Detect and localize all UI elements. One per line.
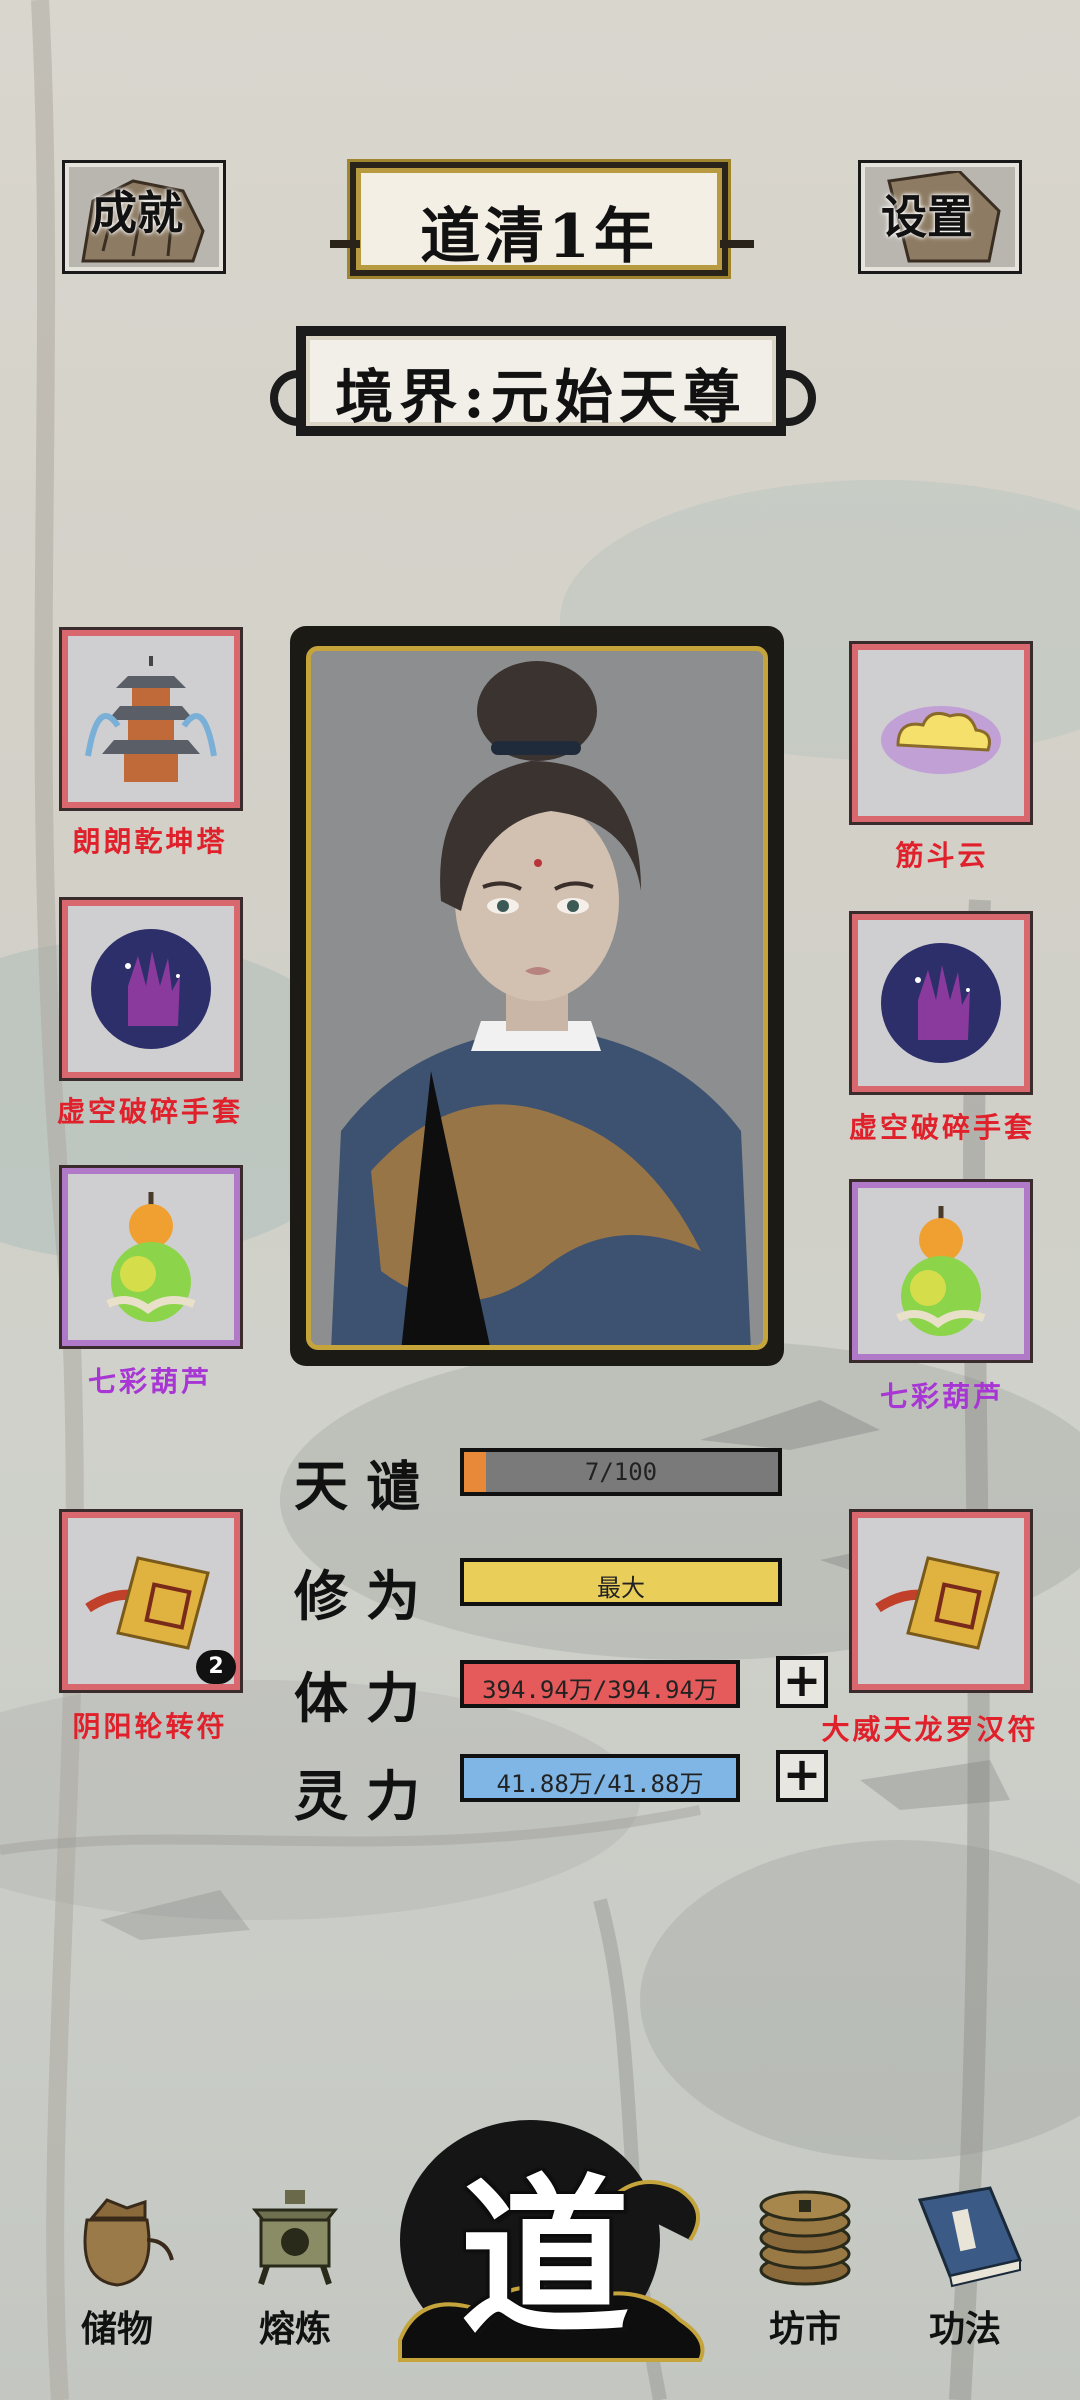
equip-slot-right-3[interactable] (849, 1179, 1033, 1363)
character-portrait[interactable] (290, 626, 784, 1366)
lingli-add-button[interactable]: + (776, 1750, 828, 1802)
stat-label-lingli: 灵力 (294, 1764, 438, 1828)
era-title-banner: 道清1年 (350, 162, 728, 276)
equip-label-right-3: 七彩葫芦 (879, 1380, 1004, 1413)
banner-rod-left (330, 240, 360, 248)
achievements-button[interactable]: 成就 (62, 160, 226, 274)
equip-slot-right-2[interactable] (849, 911, 1033, 1095)
nav-skills-label: 功法 (928, 2308, 1001, 2350)
equip-slot-left-3[interactable] (59, 1165, 243, 1349)
dao-character: 道 (459, 2158, 630, 2358)
talisman-count-badge: 2 (196, 1650, 236, 1684)
tili-add-button[interactable]: + (776, 1656, 828, 1708)
coins-icon (759, 2190, 851, 2286)
nav-storage-label: 储物 (80, 2308, 153, 2350)
settings-label: 设置 (881, 190, 973, 244)
era-title: 道清1年 (420, 202, 658, 272)
pagoda-icon (85, 656, 217, 782)
talisman-icon (875, 1556, 1000, 1650)
equip-label-left-4: 阴阳轮转符 (72, 1710, 228, 1743)
equip-label-right-2: 虚空破碎手套 (848, 1111, 1035, 1144)
equip-label-right-1: 筋斗云 (895, 839, 989, 872)
banner-rod-right (720, 240, 754, 248)
realm-banner: 境界:元始天尊 (296, 326, 786, 436)
tili-bar-text: 394.94万/394.94万 (482, 1676, 718, 1704)
cloud-icon (881, 706, 1001, 774)
stat-label-tianqian: 天谴 (294, 1454, 438, 1518)
cauldron-icon (251, 2190, 339, 2285)
nav-refine-label: 熔炼 (258, 2308, 331, 2350)
xiuwei-bar-text: 最大 (597, 1574, 645, 1602)
tianqian-bar: 7/100 (460, 1448, 782, 1496)
realm-text: 境界:元始天尊 (335, 363, 747, 431)
nav-skills[interactable]: 功法 (880, 2180, 1050, 2352)
gauntlet-icon (881, 943, 1001, 1063)
character-illustration (311, 651, 763, 1345)
book-icon (917, 2186, 1023, 2288)
nav-market[interactable]: 坊市 (720, 2170, 890, 2352)
equip-label-left-1: 朗朗乾坤塔 (72, 825, 228, 858)
tianqian-bar-text: 7/100 (584, 1458, 658, 1486)
equip-slot-left-1[interactable] (59, 627, 243, 811)
gauntlet-icon (91, 929, 211, 1049)
nav-refine[interactable]: 熔炼 (210, 2180, 380, 2352)
stat-label-xiuwei: 修为 (294, 1564, 438, 1628)
equip-label-left-2: 虚空破碎手套 (56, 1095, 243, 1128)
gourd-icon (896, 1206, 986, 1336)
achievements-label: 成就 (91, 186, 183, 240)
portrait-frame (306, 646, 768, 1350)
xiuwei-bar: 最大 (460, 1558, 782, 1606)
lingli-bar: 41.88万/41.88万 (460, 1754, 740, 1802)
nav-storage[interactable]: 储物 (32, 2180, 202, 2352)
equip-slot-left-2[interactable] (59, 897, 243, 1081)
lingli-bar-text: 41.88万/41.88万 (496, 1770, 704, 1798)
equip-slot-right-4[interactable] (849, 1509, 1033, 1693)
tili-bar: 394.94万/394.94万 (460, 1660, 740, 1708)
pouch-icon (83, 2198, 174, 2287)
nav-dao-button[interactable]: 道 (380, 2090, 710, 2370)
stat-label-tili: 体力 (294, 1666, 438, 1730)
settings-button[interactable]: 设置 (858, 160, 1022, 274)
equip-label-left-3: 七彩葫芦 (87, 1365, 212, 1398)
nav-market-label: 坊市 (768, 2308, 841, 2350)
equip-label-right-4: 大威天龙罗汉符 (821, 1713, 1039, 1746)
equip-slot-right-1[interactable] (849, 641, 1033, 825)
gourd-icon (106, 1192, 196, 1322)
